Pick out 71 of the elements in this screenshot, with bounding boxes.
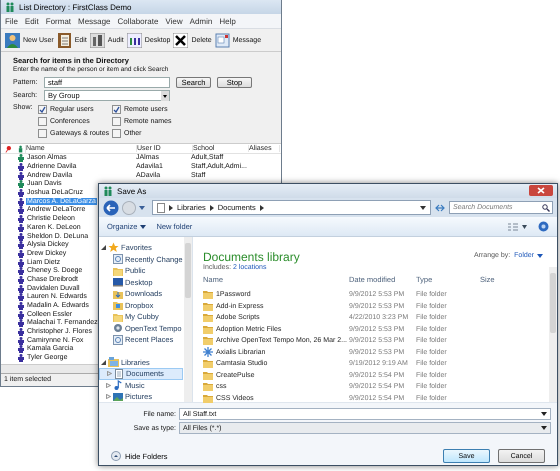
menu-item[interactable]: Edit xyxy=(24,16,39,26)
pin-icon xyxy=(5,144,12,152)
folder-icon xyxy=(113,312,123,322)
folder-icon xyxy=(203,313,213,322)
checkbox[interactable] xyxy=(112,116,121,126)
checkbox[interactable] xyxy=(38,128,47,138)
menu-item[interactable]: Help xyxy=(219,16,236,26)
help-icon[interactable] xyxy=(538,221,549,232)
view-options-icon[interactable] xyxy=(508,222,528,230)
ledger-icon xyxy=(56,32,72,48)
caret-icon[interactable] xyxy=(541,425,547,431)
collapse-icon xyxy=(111,451,121,461)
person-icon xyxy=(18,144,23,152)
chevron-icon xyxy=(169,204,173,210)
caret-icon[interactable] xyxy=(541,411,547,417)
refresh-icon[interactable] xyxy=(434,202,446,212)
menu-item[interactable]: Format xyxy=(46,16,72,26)
caret-icon[interactable] xyxy=(161,91,169,101)
recent-icon xyxy=(113,334,123,345)
star-icon xyxy=(108,242,119,254)
snowflake-icon xyxy=(203,347,213,358)
caret-icon[interactable] xyxy=(420,204,426,210)
expand-arrow-icon[interactable] xyxy=(101,360,106,365)
folder-icon xyxy=(113,266,123,276)
caret-icon xyxy=(537,252,543,258)
folder-icon xyxy=(203,336,213,346)
search-icon[interactable] xyxy=(542,204,550,212)
music-note-icon xyxy=(113,380,123,390)
building-icon xyxy=(90,32,105,48)
vertical-scrollbar[interactable] xyxy=(184,237,192,402)
document-icon xyxy=(114,368,124,379)
menu-item[interactable]: View xyxy=(165,16,183,26)
caret-icon xyxy=(140,224,146,230)
folder-icon xyxy=(203,394,213,403)
menu-item[interactable]: Message xyxy=(78,16,110,26)
chevron-icon[interactable] xyxy=(260,204,264,210)
folder-icon xyxy=(203,290,213,300)
expand-arrow-icon[interactable] xyxy=(101,245,106,250)
menu-item[interactable]: Admin xyxy=(190,16,212,26)
people-icon xyxy=(5,2,15,12)
menu-item[interactable]: File xyxy=(5,16,18,26)
dropbox-icon xyxy=(113,300,123,310)
folder-icon xyxy=(203,382,213,392)
library-icon xyxy=(108,357,119,368)
desktop-icon xyxy=(126,32,142,48)
message-icon xyxy=(214,32,230,48)
recent-icon xyxy=(113,254,123,264)
checkbox[interactable] xyxy=(38,116,47,126)
download-folder-icon xyxy=(113,288,123,299)
window-title: Save As xyxy=(117,186,146,196)
folder-icon xyxy=(203,359,213,368)
page-icon xyxy=(157,202,165,212)
desktop-icon xyxy=(113,277,123,288)
folder-icon xyxy=(203,370,213,380)
chevron-icon xyxy=(210,204,214,210)
checkbox[interactable] xyxy=(112,128,121,138)
vertical-scrollbar[interactable] xyxy=(549,267,557,402)
close-icon[interactable] xyxy=(529,185,553,196)
checkbox[interactable] xyxy=(112,104,121,114)
gear-icon xyxy=(113,323,123,334)
library-title: Documents library xyxy=(203,250,300,264)
picture-icon xyxy=(113,392,123,402)
checkbox[interactable] xyxy=(38,104,47,114)
window-title: List Directory : FirstClass Demo xyxy=(19,2,132,12)
user-icon xyxy=(5,32,20,48)
delete-icon xyxy=(173,32,188,48)
people-icon xyxy=(103,186,113,196)
folder-icon xyxy=(203,324,213,334)
menu-item[interactable]: Collaborate xyxy=(118,16,158,26)
folder-icon xyxy=(203,302,213,311)
back-icon[interactable] xyxy=(103,200,119,216)
